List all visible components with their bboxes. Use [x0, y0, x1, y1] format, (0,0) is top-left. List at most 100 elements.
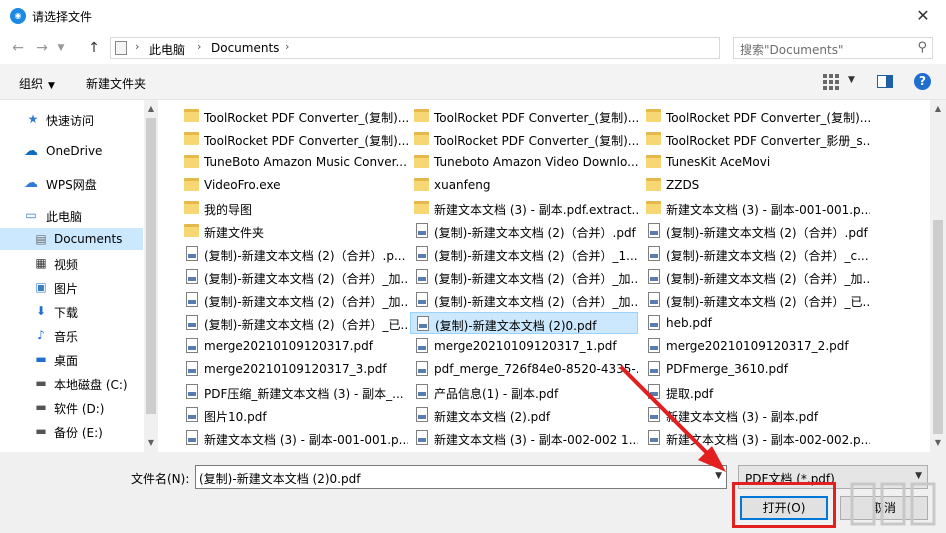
view-options-chevron-icon[interactable]: ▼: [848, 75, 855, 85]
file-item[interactable]: (复制)-新建文本文档 (2)（合并）_加...: [180, 266, 408, 288]
folder-item[interactable]: 新建文件夹: [180, 220, 408, 242]
file-item[interactable]: (复制)-新建文本文档 (2)（合并）_1...: [410, 243, 638, 265]
nav-item-drive-e[interactable]: ▬ 备份 (E:): [0, 420, 143, 442]
new-folder-button[interactable]: 新建文件夹: [86, 75, 146, 92]
file-item[interactable]: (复制)-新建文本文档 (2)（合并）_加...: [180, 289, 408, 311]
folder-item[interactable]: 新建文本文档 (3) - 副本.pdf.extract...: [410, 197, 638, 219]
view-grid-icon[interactable]: [823, 74, 839, 90]
folder-icon: [184, 155, 199, 168]
file-item[interactable]: 新建文本文档 (3) - 副本-001-001.p...: [180, 427, 408, 449]
scroll-down-icon[interactable]: ▼: [931, 436, 945, 450]
file-item[interactable]: 图片10.pdf: [180, 404, 408, 426]
file-item[interactable]: 新建文本文档 (3) - 副本.pdf: [642, 404, 870, 426]
folder-item[interactable]: TuneBoto Amazon Music Conver...: [180, 151, 408, 173]
file-item[interactable]: (复制)-新建文本文档 (2)（合并）_已...: [642, 289, 870, 311]
folder-item[interactable]: ToolRocket PDF Converter_(复制)...: [410, 105, 638, 127]
nav-item-documents[interactable]: ▤ Documents: [0, 228, 143, 250]
file-item[interactable]: (复制)-新建文本文档 (2)（合并）_已...: [180, 312, 408, 334]
file-item[interactable]: pdf_merge_726f84e0-8520-4335-...: [410, 358, 638, 380]
file-item[interactable]: merge20210109120317_1.pdf: [410, 335, 638, 357]
nav-item-videos[interactable]: ▦ 视频: [0, 252, 143, 274]
nav-scrollbar[interactable]: ▲ ▼: [144, 100, 158, 452]
file-item[interactable]: 产品信息(1) - 副本.pdf: [410, 381, 638, 403]
file-item[interactable]: merge20210109120317_2.pdf: [642, 335, 870, 357]
file-name: ToolRocket PDF Converter_(复制)...: [434, 134, 638, 148]
folder-item[interactable]: Tuneboto Amazon Video Downlo...: [410, 151, 638, 173]
file-name: (复制)-新建文本文档 (2)（合并）_加...: [434, 295, 638, 309]
folder-item[interactable]: ToolRocket PDF Converter_(复制)...: [180, 128, 408, 150]
nav-item-quick-access[interactable]: ★ 快速访问: [0, 108, 143, 130]
file-item[interactable]: merge20210109120317_3.pdf: [180, 358, 408, 380]
folder-item[interactable]: 我的导图: [180, 197, 408, 219]
nav-item-wps-cloud[interactable]: ☁ WPS网盘: [0, 172, 143, 194]
filetype-select[interactable]: PDF文档 (*.pdf) ▼: [738, 465, 928, 489]
scroll-up-icon[interactable]: ▲: [144, 102, 158, 116]
folder-item[interactable]: xuanfeng: [410, 174, 638, 196]
file-item[interactable]: 提取.pdf: [642, 381, 870, 403]
file-item[interactable]: (复制)-新建文本文档 (2)0.pdf: [410, 312, 638, 334]
scroll-down-icon[interactable]: ▼: [144, 436, 158, 450]
scrollbar-thumb[interactable]: [933, 220, 943, 434]
breadcrumb-separator-icon[interactable]: ›: [197, 40, 201, 53]
folder-item[interactable]: ToolRocket PDF Converter_(复制)...: [642, 105, 870, 127]
file-name: VideoFro.exe: [204, 178, 281, 192]
folder-item[interactable]: ToolRocket PDF Converter_影册_s...: [642, 128, 870, 150]
open-button[interactable]: 打开(O): [740, 496, 828, 520]
nav-label: Documents: [54, 232, 123, 246]
file-item[interactable]: PDFmerge_3610.pdf: [642, 358, 870, 380]
file-list-scrollbar[interactable]: ▲ ▼: [930, 100, 946, 452]
file-name: pdf_merge_726f84e0-8520-4335-...: [434, 362, 638, 376]
file-item[interactable]: (复制)-新建文本文档 (2)（合并）_加...: [410, 289, 638, 311]
nav-item-downloads[interactable]: ⬇ 下载: [0, 300, 143, 322]
forward-button[interactable]: →: [32, 38, 52, 58]
help-icon[interactable]: ?: [914, 73, 931, 90]
scrollbar-thumb[interactable]: [146, 118, 156, 414]
nav-item-drive-d[interactable]: ▬ 软件 (D:): [0, 396, 143, 418]
scroll-up-icon[interactable]: ▲: [931, 102, 945, 116]
file-item[interactable]: (复制)-新建文本文档 (2)（合并）.pdf: [642, 220, 870, 242]
nav-item-this-pc[interactable]: ▭ 此电脑: [0, 204, 143, 226]
file-item[interactable]: merge20210109120317.pdf: [180, 335, 408, 357]
folder-item[interactable]: 新建文本文档 (3) - 副本-001-001.p...: [642, 197, 870, 219]
file-item[interactable]: 新建文本文档 (3) - 副本-002-002 1...: [410, 427, 638, 449]
file-item[interactable]: (复制)-新建文本文档 (2)（合并）_加...: [642, 266, 870, 288]
file-item[interactable]: (复制)-新建文本文档 (2)（合并）_加...: [410, 266, 638, 288]
search-input[interactable]: 搜索"Documents" ⚲: [733, 37, 933, 59]
file-item[interactable]: (复制)-新建文本文档 (2)（合并）.pdf: [410, 220, 638, 242]
folder-icon: [184, 224, 199, 237]
recent-locations-button[interactable]: ▼: [54, 38, 68, 58]
breadcrumb-separator-icon[interactable]: ›: [135, 40, 139, 53]
nav-item-onedrive[interactable]: ☁ OneDrive: [0, 140, 143, 162]
address-bar[interactable]: › 此电脑 › Documents › ▼ ↻: [110, 37, 826, 59]
file-name: merge20210109120317_2.pdf: [666, 339, 849, 353]
cancel-button[interactable]: 取消: [840, 496, 928, 520]
back-button[interactable]: ←: [8, 38, 28, 58]
pdf-file-icon: [648, 223, 660, 238]
breadcrumb-separator-icon[interactable]: ›: [285, 40, 289, 53]
pdf-file-icon: [416, 407, 428, 422]
breadcrumb-this-pc[interactable]: 此电脑: [149, 41, 185, 58]
file-item[interactable]: (复制)-新建文本文档 (2)（合并）_c...: [642, 243, 870, 265]
folder-item[interactable]: VideoFro.exe: [180, 174, 408, 196]
preview-pane-icon[interactable]: [877, 75, 893, 88]
file-item[interactable]: PDF压缩_新建文本文档 (3) - 副本_...: [180, 381, 408, 403]
up-button[interactable]: ↑: [84, 38, 104, 58]
nav-item-drive-c[interactable]: ▬ 本地磁盘 (C:): [0, 372, 143, 394]
folder-item[interactable]: ToolRocket PDF Converter_(复制)...: [180, 105, 408, 127]
file-item[interactable]: (复制)-新建文本文档 (2)（合并）.p...: [180, 243, 408, 265]
folder-item[interactable]: ZZDS: [642, 174, 870, 196]
file-item[interactable]: 新建文本文档 (2).pdf: [410, 404, 638, 426]
file-item[interactable]: 新建文本文档 (3) - 副本-002-002.p...: [642, 427, 870, 449]
organize-menu[interactable]: 组织 ▼: [19, 75, 55, 92]
filename-input[interactable]: (复制)-新建文本文档 (2)0.pdf ▼: [195, 465, 727, 489]
chevron-down-icon[interactable]: ▼: [715, 471, 722, 481]
close-button[interactable]: ✕: [900, 0, 946, 32]
folder-item[interactable]: ToolRocket PDF Converter_(复制)...: [410, 128, 638, 150]
nav-item-desktop[interactable]: ▬ 桌面: [0, 348, 143, 370]
nav-item-pictures[interactable]: ▣ 图片: [0, 276, 143, 298]
file-item[interactable]: heb.pdf: [642, 312, 870, 334]
file-name: 新建文本文档 (3) - 副本-002-002.p...: [666, 433, 870, 447]
breadcrumb-documents[interactable]: Documents: [211, 41, 279, 55]
folder-item[interactable]: TunesKit AceMovi: [642, 151, 870, 173]
nav-item-music[interactable]: ♪ 音乐: [0, 324, 143, 346]
